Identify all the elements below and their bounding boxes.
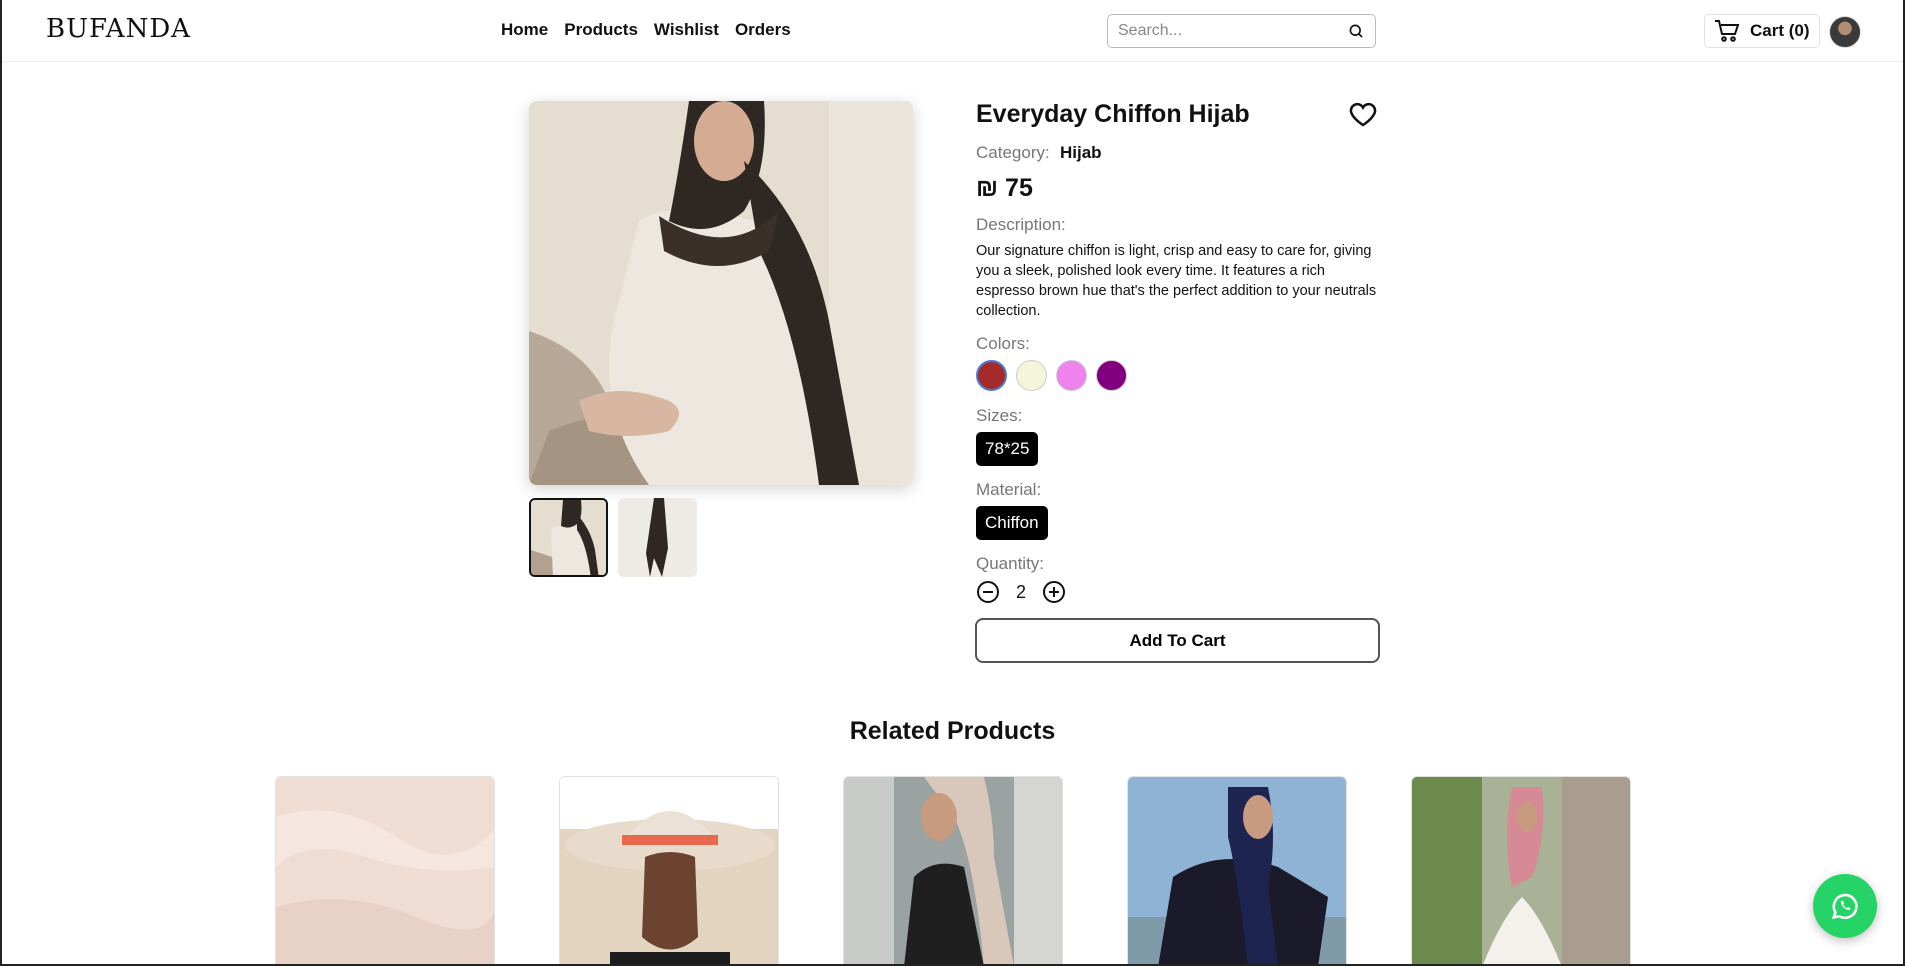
- search-box: [1107, 14, 1376, 48]
- search-input[interactable]: [1118, 22, 1347, 40]
- quantity-value: 2: [1015, 581, 1026, 602]
- nav-home[interactable]: Home: [501, 20, 548, 40]
- cart-button[interactable]: Cart (0): [1704, 14, 1820, 48]
- whatsapp-icon: [1831, 893, 1858, 920]
- color-swatch[interactable]: [976, 360, 1007, 391]
- quantity-label: Quantity:: [976, 554, 1045, 573]
- description-label: Description:: [976, 215, 1066, 234]
- main-nav: Home Products Wishlist Orders: [501, 20, 791, 40]
- whatsapp-button[interactable]: [1813, 874, 1877, 938]
- plus-circle-icon[interactable]: [1042, 580, 1066, 604]
- heart-icon[interactable]: [1348, 100, 1378, 130]
- colors-label: Colors:: [976, 334, 1030, 353]
- size-option[interactable]: 78*25: [976, 432, 1039, 466]
- material-option[interactable]: Chiffon: [976, 506, 1048, 540]
- color-swatch[interactable]: [1056, 360, 1087, 391]
- product-main-image: [529, 101, 913, 485]
- search-icon[interactable]: [1347, 22, 1365, 40]
- related-products-title: Related Products: [849, 717, 1056, 745]
- product-thumbnail-1[interactable]: [529, 498, 608, 577]
- category-label: Category:: [976, 143, 1050, 162]
- product-thumbnail-2[interactable]: [618, 498, 697, 577]
- cart-label: Cart (0): [1750, 21, 1810, 40]
- nav-wishlist[interactable]: Wishlist: [654, 20, 719, 40]
- brand-logo[interactable]: BUFANDA: [46, 14, 191, 44]
- nav-orders[interactable]: Orders: [735, 20, 791, 40]
- color-swatches: [976, 360, 1127, 391]
- material-label: Material:: [976, 480, 1042, 499]
- user-avatar[interactable]: [1829, 16, 1861, 48]
- cart-icon: [1715, 20, 1740, 42]
- product-price: ₪ 75: [976, 174, 1033, 202]
- related-product-card[interactable]: [275, 776, 495, 966]
- category-value: Hijab: [1060, 143, 1102, 162]
- related-product-card[interactable]: [1411, 776, 1631, 966]
- add-to-cart-button[interactable]: Add To Cart: [975, 618, 1380, 663]
- site-header: BUFANDA Home Products Wishlist Orders Ca…: [0, 0, 1905, 62]
- minus-circle-icon[interactable]: [976, 580, 1000, 604]
- color-swatch[interactable]: [1096, 360, 1127, 391]
- color-swatch[interactable]: [1016, 360, 1047, 391]
- sizes-label: Sizes:: [976, 406, 1023, 425]
- product-title: Everyday Chiffon Hijab: [976, 100, 1250, 128]
- quantity-stepper: 2: [976, 580, 1066, 604]
- product-description: Our signature chiffon is light, crisp an…: [976, 243, 1377, 319]
- related-product-card[interactable]: [559, 776, 779, 966]
- related-product-card[interactable]: [843, 776, 1063, 966]
- nav-products[interactable]: Products: [564, 20, 638, 40]
- related-product-card[interactable]: [1127, 776, 1347, 966]
